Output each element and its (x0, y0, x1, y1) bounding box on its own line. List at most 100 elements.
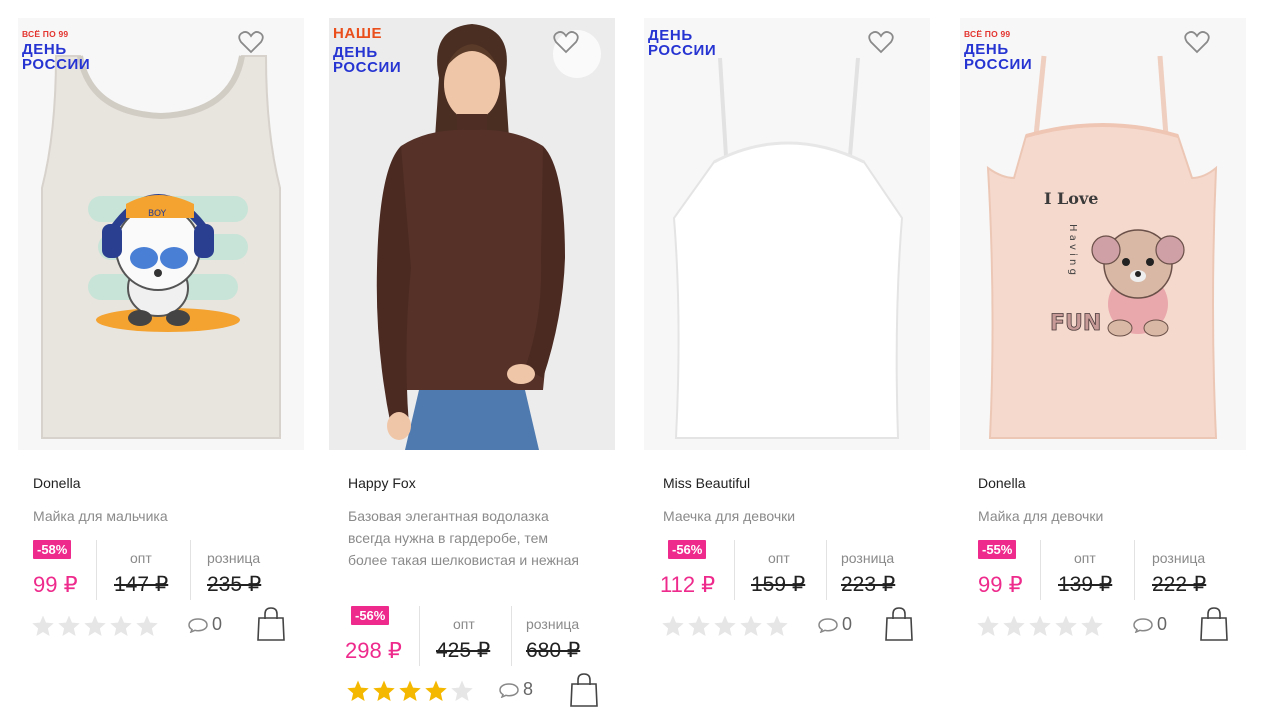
shopping-bag-icon (1200, 607, 1228, 641)
product-description[interactable]: Майка для мальчика (33, 505, 273, 527)
cap-print-text: BOY (148, 209, 167, 219)
star-icon[interactable] (450, 679, 474, 703)
star-icon[interactable] (1028, 614, 1052, 638)
heart-icon (1184, 31, 1210, 54)
star-icon[interactable] (1002, 614, 1026, 638)
print-text-line1: I Love (1044, 189, 1098, 208)
product-description[interactable]: Базовая элегантная водолазка всегда нужн… (348, 505, 588, 571)
promo-badge-line1: ДЕНЬ (964, 40, 1009, 58)
star-icon[interactable] (976, 614, 1000, 638)
discount-badge: -56% (668, 540, 707, 559)
wholesale-price: 147 ₽ (114, 573, 169, 596)
current-price: 112 ₽ (660, 572, 716, 597)
star-icon[interactable] (57, 614, 81, 638)
add-to-cart-button[interactable] (569, 672, 599, 708)
rating-stars[interactable] (661, 614, 789, 638)
speech-bubble-icon (499, 682, 519, 698)
star-icon[interactable] (765, 614, 789, 638)
current-price: 298 ₽ (345, 638, 402, 663)
comments-link[interactable]: 0 (818, 614, 852, 635)
product-description[interactable]: Майка для девочки (978, 505, 1218, 527)
promo-badge-line1: ДЕНЬ (22, 40, 67, 58)
print-text-line3: FUN (1050, 311, 1101, 336)
favorite-button[interactable] (1184, 30, 1232, 78)
add-to-cart-button[interactable] (884, 606, 914, 642)
current-price: 99 ₽ (33, 572, 78, 597)
add-to-cart-button[interactable] (256, 606, 286, 642)
white-camisole-image (644, 18, 930, 450)
promo-badge-line1: ДЕНЬ (333, 44, 378, 61)
boys-tank-top-image: BOY (18, 18, 304, 450)
comments-count: 0 (212, 614, 223, 634)
product-brand[interactable]: Donella (33, 475, 80, 491)
promo-badges: ВСЁ ПО 99 ДЕНЬ РОССИИ (964, 30, 1032, 72)
retail-price: 223 ₽ (841, 573, 896, 596)
product-card[interactable]: ДЕНЬ РОССИИ Miss Beautiful Маечка для де… (644, 0, 944, 720)
product-description[interactable]: Маечка для девочки (663, 505, 903, 527)
retail-label: розница (207, 550, 261, 566)
star-icon[interactable] (1054, 614, 1078, 638)
star-icon[interactable] (661, 614, 685, 638)
wholesale-label: опт (130, 550, 152, 566)
star-icon[interactable] (424, 679, 448, 703)
current-price: 99 ₽ (978, 572, 1023, 597)
star-icon[interactable] (372, 679, 396, 703)
star-icon[interactable] (739, 614, 763, 638)
promo-badges: ДЕНЬ РОССИИ (648, 28, 716, 58)
shopping-bag-icon (885, 607, 913, 641)
star-icon[interactable] (135, 614, 159, 638)
star-icon[interactable] (1080, 614, 1104, 638)
promo-badge-line2: РОССИИ (648, 42, 717, 59)
add-to-cart-button[interactable] (1199, 606, 1229, 642)
promo-badge-all-99: ВСЁ ПО 99 (22, 29, 69, 39)
comments-count: 0 (842, 614, 853, 634)
product-brand[interactable]: Donella (978, 475, 1025, 491)
star-icon[interactable] (346, 679, 370, 703)
star-icon[interactable] (713, 614, 737, 638)
wholesale-price: 159 ₽ (751, 573, 806, 596)
retail-price: 680 ₽ (526, 639, 581, 662)
star-icon[interactable] (109, 614, 133, 638)
star-icon[interactable] (687, 614, 711, 638)
heart-icon (238, 31, 264, 54)
discount-badge: -55% (978, 540, 1017, 559)
rating-stars[interactable] (976, 614, 1104, 638)
product-card[interactable]: НАШЕ ДЕНЬ РОССИИ Happy Fox Базовая элега… (329, 0, 629, 720)
product-image[interactable]: BOY ВСЁ ПО 99 ДЕНЬ РОССИИ (18, 18, 304, 450)
star-icon[interactable] (31, 614, 55, 638)
discount-badge: -56% (351, 606, 390, 625)
comments-count: 8 (523, 679, 534, 699)
retail-label: розница (1152, 550, 1206, 566)
rating-stars[interactable] (31, 614, 159, 638)
comments-link[interactable]: 0 (1133, 614, 1167, 635)
comments-link[interactable]: 0 (188, 614, 222, 635)
product-card[interactable]: I Love H a v i n g FUN ВСЁ ПО 99 ДЕНЬ РО… (960, 0, 1260, 720)
product-brand[interactable]: Happy Fox (348, 475, 416, 491)
product-image[interactable]: ДЕНЬ РОССИИ (644, 18, 930, 450)
product-image[interactable]: НАШЕ ДЕНЬ РОССИИ (329, 18, 615, 450)
star-icon[interactable] (398, 679, 422, 703)
heart-icon (868, 31, 894, 54)
favorite-button[interactable] (238, 30, 286, 78)
speech-bubble-icon (818, 617, 838, 633)
promo-badges: НАШЕ ДЕНЬ РОССИИ (333, 26, 401, 75)
favorite-button[interactable] (553, 30, 601, 78)
favorite-button[interactable] (868, 30, 916, 78)
product-card[interactable]: BOY ВСЁ ПО 99 ДЕНЬ РОССИИ Donella Майка … (18, 0, 318, 720)
promo-badge-line2: РОССИИ (22, 55, 91, 73)
promo-badge-line1: ДЕНЬ (648, 27, 693, 44)
retail-label: розница (841, 550, 895, 566)
promo-badge-ours: НАШЕ (333, 25, 383, 42)
wholesale-label: опт (1074, 550, 1096, 566)
wholesale-label: опт (768, 550, 790, 566)
product-image[interactable]: I Love H a v i n g FUN ВСЁ ПО 99 ДЕНЬ РО… (960, 18, 1246, 450)
comments-link[interactable]: 8 (499, 679, 533, 700)
product-brand[interactable]: Miss Beautiful (663, 475, 750, 491)
retail-label: розница (526, 616, 580, 632)
speech-bubble-icon (1133, 617, 1153, 633)
shopping-bag-icon (257, 607, 285, 641)
rating-stars[interactable] (346, 679, 474, 703)
retail-price: 235 ₽ (207, 573, 262, 596)
star-icon[interactable] (83, 614, 107, 638)
promo-badge-all-99: ВСЁ ПО 99 (964, 29, 1011, 39)
